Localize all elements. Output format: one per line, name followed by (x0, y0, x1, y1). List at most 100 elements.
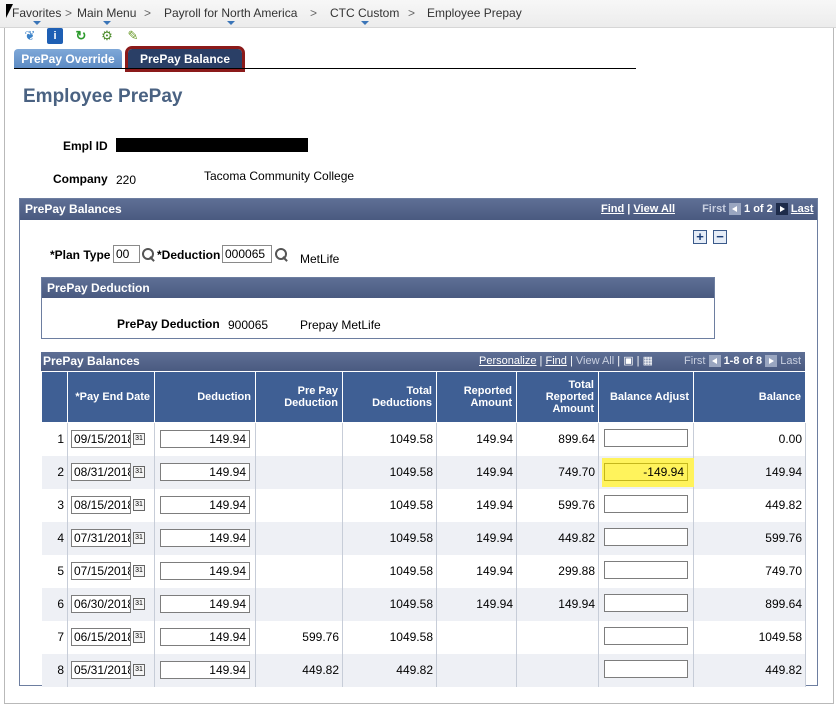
pay-end-date-input[interactable]: 08/31/2018 (71, 463, 131, 481)
search-icon[interactable] (142, 248, 155, 261)
pay-end-date-input[interactable]: 08/15/2018 (71, 496, 131, 514)
next-icon[interactable] (775, 203, 788, 216)
search-icon[interactable] (275, 248, 288, 261)
calendar-icon[interactable]: 31 (133, 664, 145, 676)
total-deductions-cell: 1049.58 (342, 554, 437, 588)
balance-adjust-input[interactable] (604, 560, 688, 579)
balance-adjust-input[interactable] (604, 428, 688, 447)
calendar-icon[interactable]: 31 (133, 532, 145, 544)
deduction-cell: 149.94 (154, 620, 256, 654)
column-header[interactable]: Reported Amount (436, 371, 517, 423)
breadcrumb-separator: > (65, 6, 73, 20)
chevron-down-icon (226, 21, 235, 25)
edit-icon[interactable]: ✎ (125, 28, 141, 44)
deduction-cell: 149.94 (154, 488, 256, 522)
table-row: 2 08/31/201831 149.94 1049.58 149.94 749.70 -1… (41, 455, 806, 489)
plan-type-label: *Plan Type (50, 248, 111, 262)
view-all-link[interactable]: View All (633, 203, 675, 215)
column-header[interactable]: Deduction (154, 371, 256, 423)
delete-row-button[interactable]: − (713, 230, 727, 244)
deduction-input[interactable]: 149.94 (160, 628, 250, 646)
column-header (41, 371, 68, 423)
total-deductions-cell: 449.82 (342, 653, 437, 687)
previous-icon[interactable] (728, 203, 741, 216)
balance-cell: 749.70 (693, 554, 806, 588)
column-header[interactable]: Total Reported Amount (516, 371, 599, 423)
breadcrumb-favorites[interactable]: Favorites (12, 6, 61, 25)
info-icon[interactable]: i (47, 28, 63, 44)
deduction-cell: 149.94 (154, 455, 256, 489)
grid-title: PrePay Balances (43, 354, 140, 368)
column-header[interactable]: *Pay End Date (67, 371, 155, 423)
calendar-icon[interactable]: 31 (133, 565, 145, 577)
pay-end-date-input[interactable]: 07/31/2018 (71, 529, 131, 547)
settings-icon[interactable]: ⚙ (99, 28, 115, 44)
prepay-deduction-cell: 449.82 (255, 653, 343, 687)
zoom-icon[interactable]: ▣ (623, 355, 633, 367)
pay-end-date-input[interactable]: 06/30/2018 (71, 595, 131, 613)
prepay-balances-header: PrePay Balances Find | View All First 1 … (20, 199, 817, 220)
last-link[interactable]: Last (791, 203, 814, 215)
download-icon[interactable]: ▦ (643, 355, 653, 367)
first-label: First (702, 203, 726, 215)
help-icon[interactable]: ❦ (22, 28, 38, 44)
balance-adjust-input[interactable] (604, 494, 688, 513)
deduction-input[interactable]: 149.94 (160, 595, 250, 613)
column-header[interactable]: Pre Pay Deduction (255, 371, 343, 423)
row-number: 8 (41, 653, 68, 687)
balance-adjust-input[interactable] (604, 626, 688, 645)
total-reported-cell (516, 653, 599, 687)
column-header[interactable]: Balance Adjust (598, 371, 694, 423)
deduction-input[interactable]: 149.94 (160, 496, 250, 514)
tab-prepay-balance[interactable]: PrePay Balance (125, 46, 245, 72)
deduction-input[interactable]: 149.94 (160, 430, 250, 449)
calendar-icon[interactable]: 31 (133, 598, 145, 610)
balance-adjust-input[interactable] (604, 527, 688, 546)
company-label: Company (53, 172, 108, 186)
balance-adjust-input[interactable] (604, 659, 688, 678)
grid-nav: Personalize | Find | View All | ▣ | ▦ Fi… (479, 355, 801, 368)
deduction-input[interactable]: 000065 (222, 245, 272, 263)
personalize-link[interactable]: Personalize (479, 355, 536, 367)
balance-cell: 899.64 (693, 587, 806, 621)
balances-table: *Pay End Date Deduction Pre Pay Deductio… (41, 371, 806, 687)
previous-icon[interactable] (708, 355, 721, 368)
breadcrumb-ctc-custom[interactable]: CTC Custom (330, 6, 399, 25)
breadcrumb-main-menu[interactable]: Main Menu (77, 6, 136, 25)
pay-end-date-input[interactable]: 09/15/2018 (71, 430, 131, 449)
column-header[interactable]: Balance (693, 371, 806, 423)
add-row-button[interactable]: + (693, 230, 707, 244)
prepay-deduction-cell (255, 521, 343, 555)
find-link[interactable]: Find (601, 203, 624, 215)
balance-cell: 149.94 (693, 455, 806, 489)
pay-end-date-input[interactable]: 05/31/2018 (71, 661, 131, 679)
calendar-icon[interactable]: 31 (133, 433, 145, 446)
breadcrumb-payroll[interactable]: Payroll for North America (164, 6, 297, 25)
row-number: 5 (41, 554, 68, 588)
calendar-icon[interactable]: 31 (133, 466, 145, 478)
deduction-input[interactable]: 149.94 (160, 529, 250, 547)
plan-type-input[interactable]: 00 (113, 245, 140, 263)
next-icon[interactable] (765, 355, 778, 368)
column-header[interactable]: Total Deductions (342, 371, 437, 423)
deduction-input[interactable]: 149.94 (160, 463, 250, 481)
calendar-icon[interactable]: 31 (133, 631, 145, 643)
balance-adjust-input[interactable] (604, 593, 688, 612)
balance-adjust-input[interactable]: -149.94 (604, 463, 688, 481)
tab-prepay-override[interactable]: PrePay Override (14, 49, 122, 69)
find-link[interactable]: Find (545, 355, 566, 367)
pay-end-date-input[interactable]: 07/15/2018 (71, 562, 131, 580)
company-code: 220 (116, 173, 137, 187)
row-count: 1-8 of 8 (723, 355, 763, 367)
deduction-input[interactable]: 149.94 (160, 562, 250, 580)
balance-adjust-cell (598, 554, 694, 588)
calendar-icon[interactable]: 31 (133, 499, 145, 511)
prepay-deduction-cell (255, 587, 343, 621)
table-header-row: *Pay End Date Deduction Pre Pay Deductio… (41, 371, 806, 423)
total-reported-cell: 749.70 (516, 455, 599, 489)
total-deductions-cell: 1049.58 (342, 620, 437, 654)
pay-end-date-input[interactable]: 06/15/2018 (71, 628, 131, 646)
refresh-icon[interactable]: ↻ (73, 28, 89, 44)
breadcrumb-employee-prepay[interactable]: Employee Prepay (427, 6, 522, 20)
deduction-input[interactable]: 149.94 (160, 661, 250, 679)
